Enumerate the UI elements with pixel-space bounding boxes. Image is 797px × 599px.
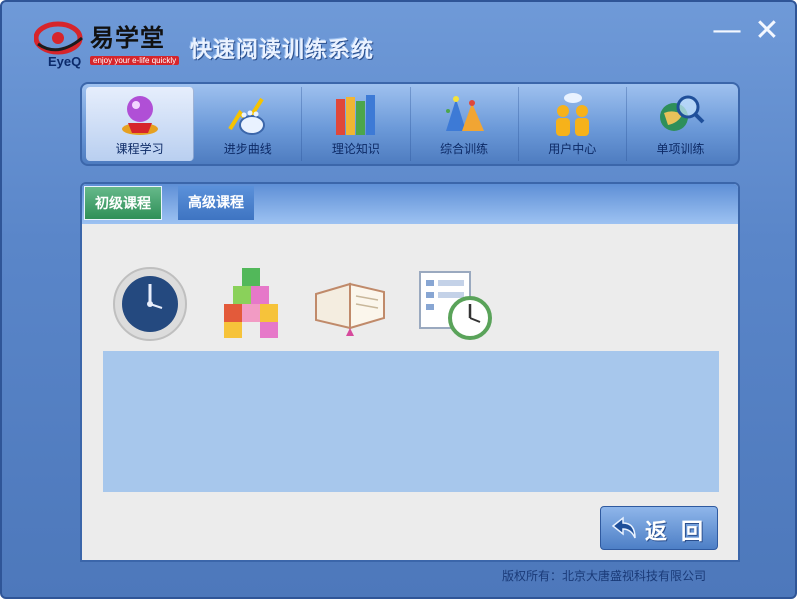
toolbar-label: 进步曲线 — [223, 142, 272, 156]
wizard-hat-icon — [121, 96, 158, 135]
tab-advanced-course[interactable]: 高级课程 — [178, 186, 254, 220]
course-info-box — [103, 351, 719, 492]
globe-magnifier-icon — [660, 95, 705, 131]
clock-icon[interactable] — [110, 264, 190, 344]
books-icon — [335, 95, 375, 135]
toolbar-item-theory[interactable]: 理论知识 — [302, 87, 411, 161]
toolbar-label: 理论知识 — [331, 142, 380, 156]
back-arrow-icon — [611, 516, 636, 539]
party-hats-icon — [446, 96, 485, 131]
toolbar-item-user-center[interactable]: 用户中心 — [519, 87, 627, 161]
colored-blocks-icon[interactable] — [216, 264, 296, 344]
logo-tagline: enjoy your e-life quickly — [90, 56, 180, 65]
toolbar-label: 课程学习 — [115, 142, 164, 156]
copyright-text: 版权所有：北京大唐盛视科技有限公司 — [502, 569, 707, 583]
logo-name: 易学堂 — [90, 24, 165, 52]
users-icon — [556, 93, 590, 136]
toolbar-item-comprehensive[interactable]: 综合训练 — [411, 87, 519, 161]
document-clock-icon[interactable] — [414, 264, 494, 344]
toolbar-item-progress-curve[interactable]: 进步曲线 — [194, 87, 303, 161]
course-panel: 初级课程 高级课程 返回 — [80, 182, 740, 562]
toolbar-label: 用户中心 — [548, 142, 597, 156]
app-window: 易学堂 EyeQ enjoy your e-life quickly 快速阅读训… — [0, 0, 797, 599]
footprint-chart-icon — [228, 97, 265, 135]
eye-logo-icon — [34, 21, 83, 55]
main-toolbar: 课程学习 进步曲线 理论知识 综合训练 用户中心 单项训练 — [80, 82, 740, 166]
back-button[interactable]: 返回 — [600, 506, 718, 550]
logo-eyeq: EyeQ — [48, 54, 82, 69]
toolbar-label: 单项训练 — [656, 142, 705, 156]
app-title: 快速阅读训练系统 — [190, 38, 375, 63]
minimize-button[interactable]: — — [712, 16, 742, 46]
open-book-icon[interactable] — [310, 264, 390, 344]
app-logo: 易学堂 EyeQ enjoy your e-life quickly — [34, 16, 180, 72]
tab-beginner-course[interactable]: 初级课程 — [84, 186, 162, 220]
course-tabbar: 初级课程 高级课程 — [82, 184, 738, 224]
close-button[interactable]: ✕ — [752, 16, 782, 46]
back-button-label: 返回 — [645, 520, 718, 545]
toolbar-item-course-study[interactable]: 课程学习 — [86, 87, 195, 161]
toolbar-item-single-training[interactable]: 单项训练 — [627, 87, 734, 161]
toolbar-label: 综合训练 — [440, 142, 489, 156]
